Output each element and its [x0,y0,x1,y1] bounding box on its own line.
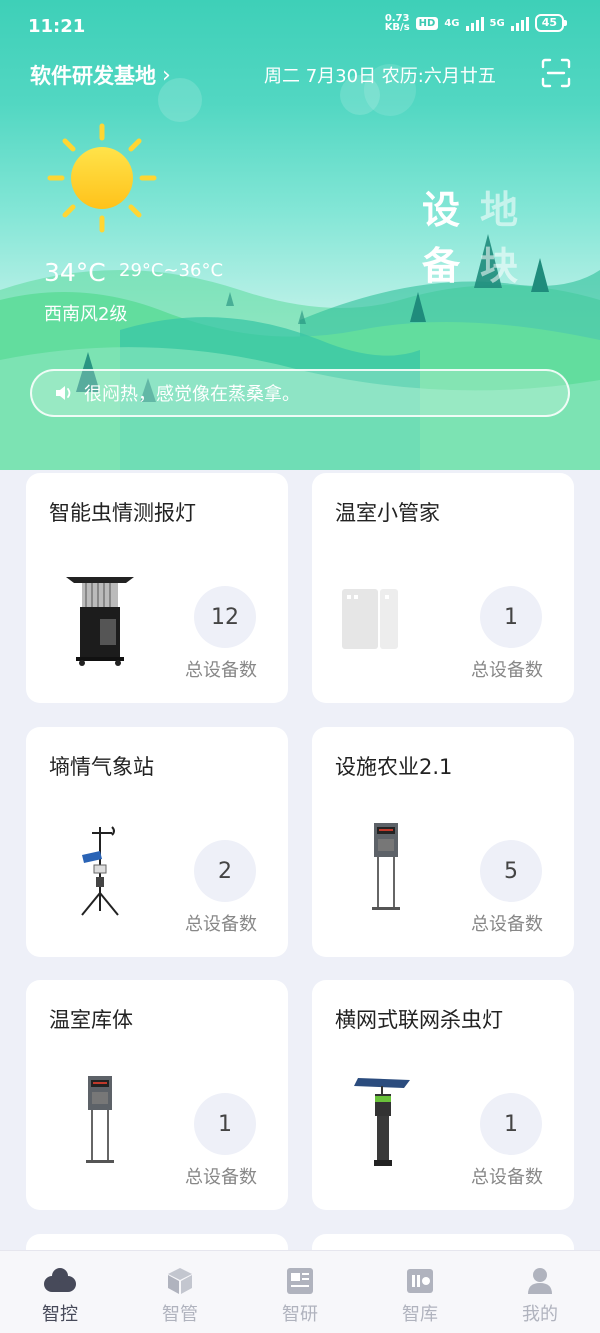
device-card[interactable]: 温室库体 1 总设备数 [26,980,288,1210]
current-temperature: 34°C [44,258,106,287]
toggle-plots-char-1: 地 [479,188,518,232]
signal-4g-label: 4G [444,17,460,29]
hd-icon: HD [415,16,439,30]
weather-tip-banner: 很闷热，感觉像在蒸桑拿。 [30,369,570,417]
location-selector[interactable]: 软件研发基地 › [30,60,171,90]
device-count-badge: 1 [480,586,542,648]
weather-station-image [81,826,119,916]
network-speed-unit: KB/s [384,22,410,33]
status-time: 11:21 [28,16,86,37]
toggle-devices[interactable]: 设 备 [418,182,464,294]
device-card-title: 温室小管家 [335,501,440,525]
chevron-right-icon: › [162,62,171,88]
tab-zhikong[interactable]: 智控 [0,1251,120,1333]
library-icon [407,1269,433,1293]
news-icon [287,1268,313,1294]
weather-tip-text: 很闷热，感觉像在蒸桑拿。 [84,384,300,405]
tab-wode[interactable]: 我的 [480,1251,600,1333]
device-count-label: 总设备数 [185,660,257,681]
device-count-badge: 5 [480,840,542,902]
user-icon [528,1268,552,1294]
device-card-title: 温室库体 [49,1008,133,1032]
tab-label: 智库 [402,1304,438,1325]
device-count-badge: 1 [194,1093,256,1155]
device-count-label: 总设备数 [471,914,543,935]
device-count-badge: 1 [480,1093,542,1155]
solar-insect-killer-image [354,1078,410,1166]
device-count-label: 总设备数 [185,914,257,935]
tab-label: 我的 [522,1304,558,1325]
device-card-title: 墒情气象站 [49,755,154,779]
location-name: 软件研发基地 [30,64,156,88]
tab-zhiyan[interactable]: 智研 [240,1251,360,1333]
device-card[interactable]: 温室小管家 1 总设备数 [312,473,574,703]
tab-label: 智管 [162,1304,198,1325]
network-speed: 0.73 KB/s [384,14,410,33]
tab-zhiguan[interactable]: 智管 [120,1251,240,1333]
device-card[interactable]: 智能虫情测报灯 12 总设备数 [26,473,288,703]
device-count-badge: 12 [194,586,256,648]
sunny-weather-icon [47,123,157,233]
device-count-label: 总设备数 [471,660,543,681]
tab-label: 智研 [282,1304,318,1325]
device-card-title: 设施农业2.1 [335,755,453,779]
tab-label: 智控 [42,1304,78,1325]
status-bar: 11:21 0.73 KB/s HD 4G 5G 45 [0,0,600,54]
device-card[interactable]: 墒情气象站 2 总设备数 [26,727,288,957]
toggle-plots[interactable]: 地 块 [476,182,522,294]
temperature-range: 29°C~36°C [119,260,224,281]
signal-bars-icon [465,15,484,31]
status-icons: 0.73 KB/s HD 4G 5G 45 [384,14,568,33]
device-card-title: 横网式联网杀虫灯 [335,1008,503,1032]
device-card[interactable]: 横网式联网杀虫灯 1 总设备数 [312,980,574,1210]
scan-icon[interactable] [540,57,572,89]
control-cabinet-image [372,823,400,910]
toggle-devices-char-2: 备 [421,244,460,288]
toggle-devices-char-1: 设 [421,188,460,232]
device-count-badge: 2 [194,840,256,902]
signal-bars-icon [510,15,529,31]
weather-header: 11:21 0.73 KB/s HD 4G 5G 45 软件研发基地 › 周二 … [0,0,600,470]
device-count-label: 总设备数 [185,1167,257,1188]
cloud-icon [44,1268,76,1292]
battery-icon: 45 [534,14,568,32]
insect-trap-image [66,577,134,666]
toggle-plots-char-2: 块 [479,244,518,288]
speaker-icon [56,386,71,400]
date-display: 周二 7月30日 农历:六月廿五 [264,66,496,87]
device-count-label: 总设备数 [471,1167,543,1188]
device-card-title: 智能虫情测报灯 [49,501,196,525]
cube-icon [168,1268,192,1294]
greenhouse-controller-image [342,589,398,649]
tab-zhiku[interactable]: 智库 [360,1251,480,1333]
device-card[interactable]: 设施农业2.1 5 总设备数 [312,727,574,957]
bottom-tab-bar: 智控 智管 智研 智库 我的 [0,1250,600,1333]
control-cabinet-image [86,1076,114,1163]
wind-info: 西南风2级 [44,304,128,325]
signal-5g-label: 5G [489,17,505,29]
